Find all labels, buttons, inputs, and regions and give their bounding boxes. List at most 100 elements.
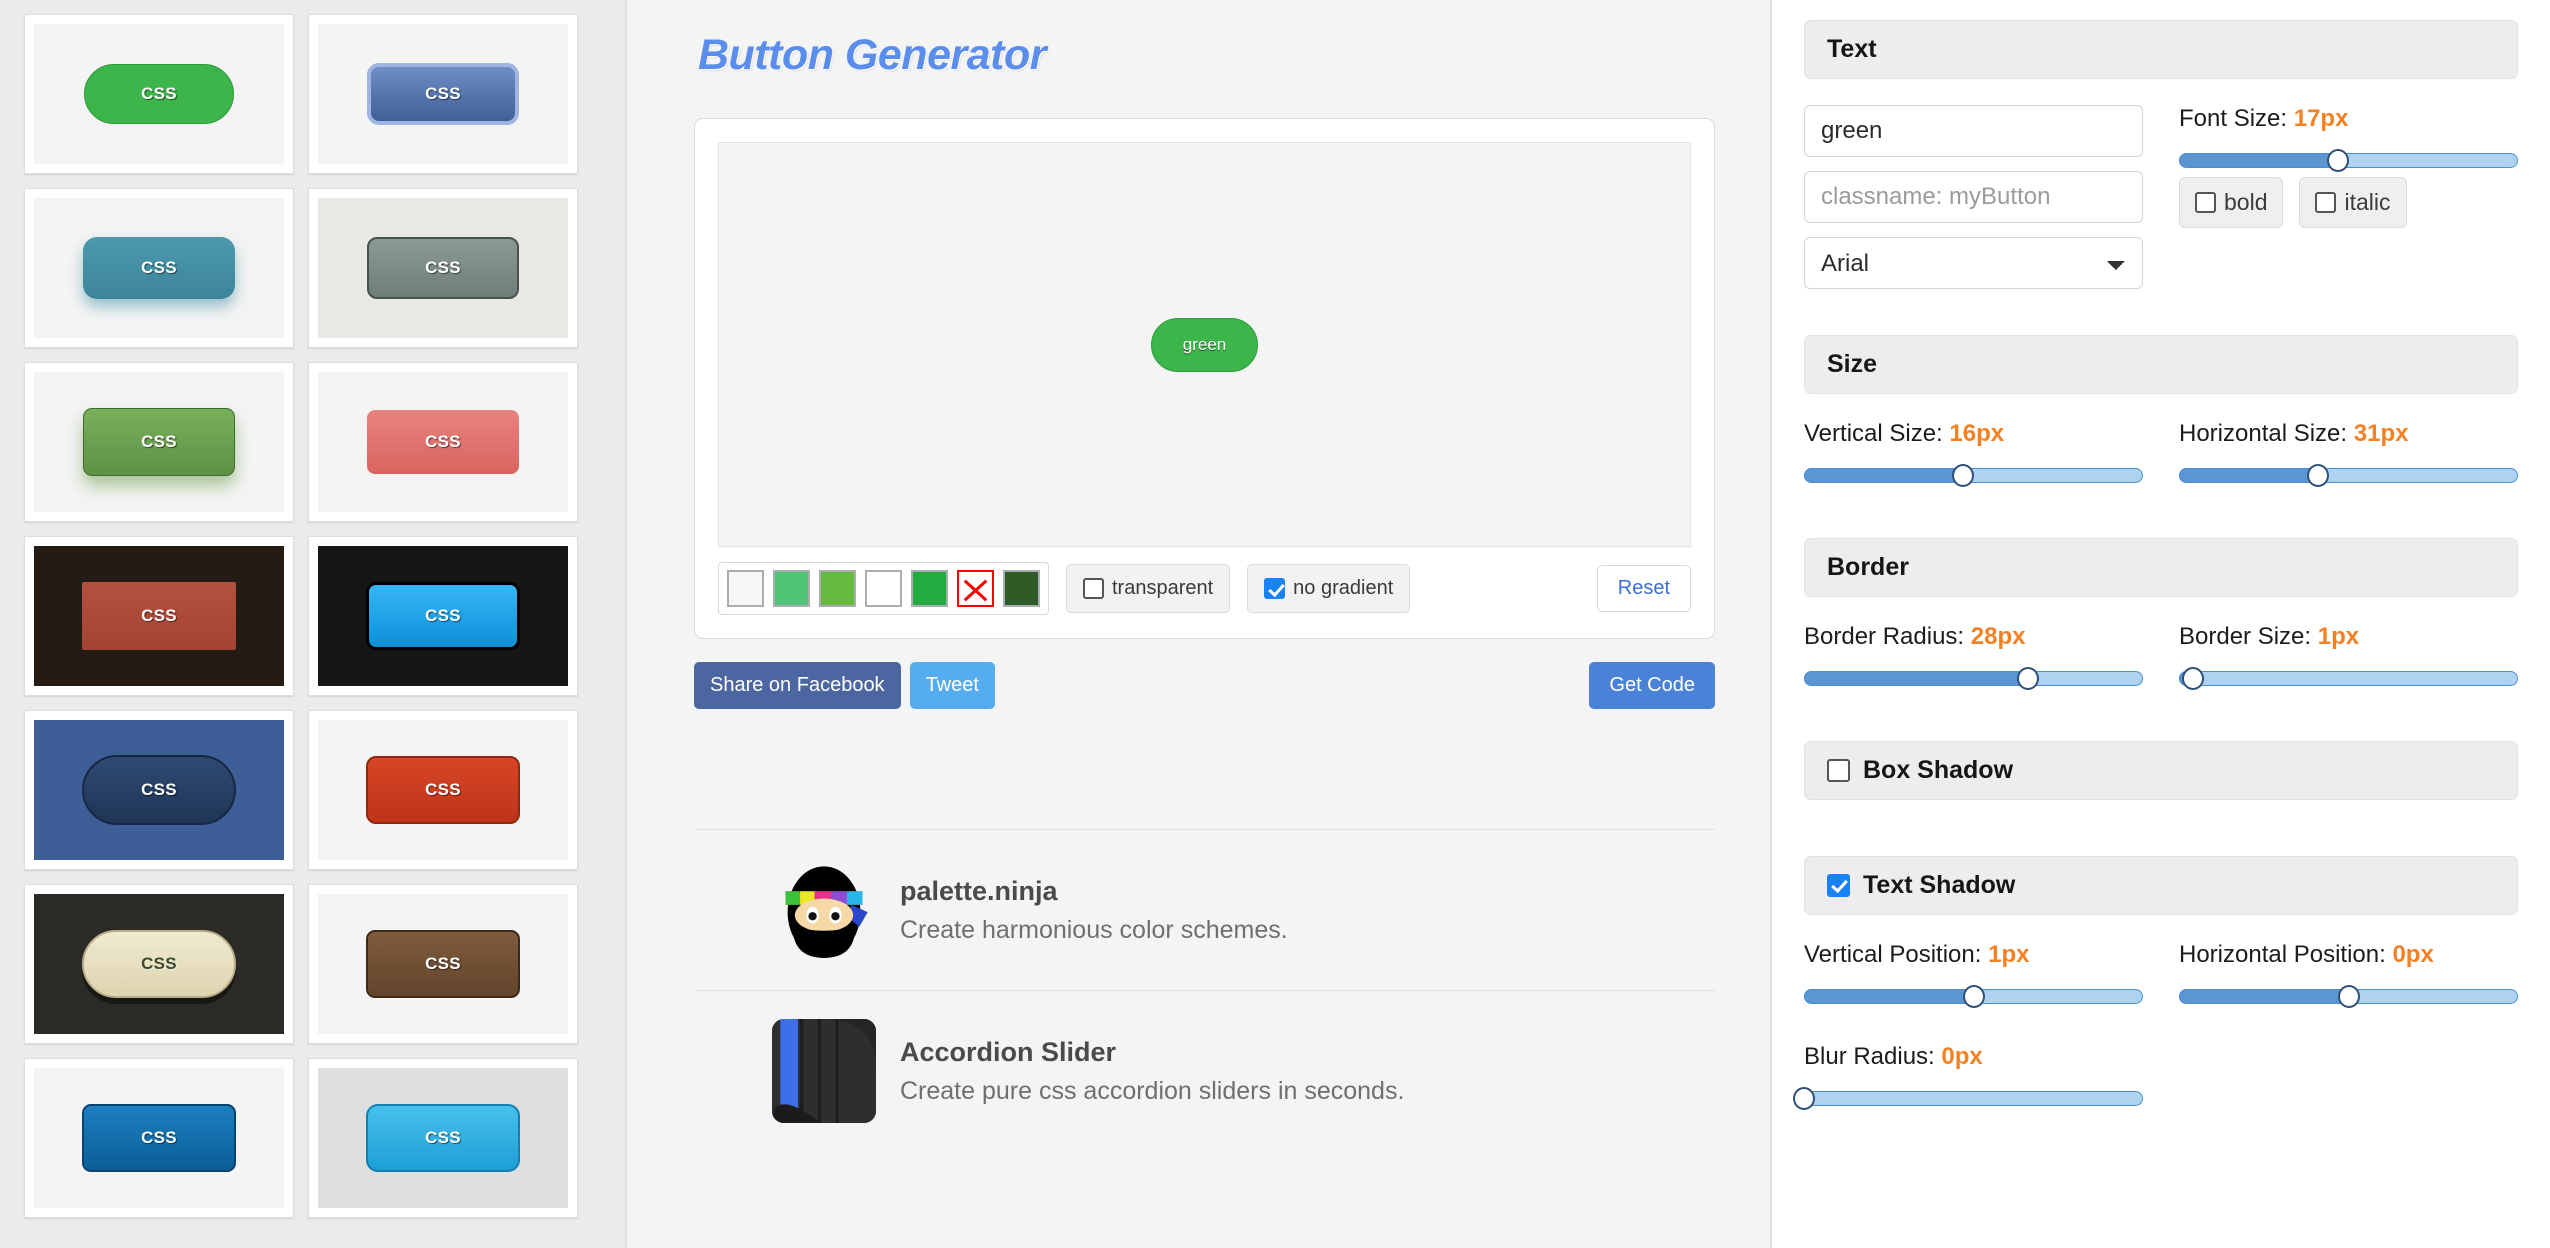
gallery-card[interactable]: CSS (24, 1058, 294, 1218)
gallery-card-stage: CSS (318, 372, 568, 512)
no-gradient-checkbox[interactable] (1264, 578, 1286, 599)
section-title: Size (1827, 350, 1878, 378)
gallery-preset-button[interactable]: CSS (84, 64, 234, 124)
gallery-preset-button[interactable]: CSS (366, 582, 520, 650)
preview-card: green transparent no gradient Reset (694, 118, 1715, 639)
color-toolbar: transparent no gradient Reset (718, 562, 1691, 615)
gallery-preset-button[interactable]: CSS (367, 410, 519, 474)
swatch-green-light[interactable] (819, 570, 856, 607)
swatch-green-dark[interactable] (1003, 570, 1040, 607)
gallery-card[interactable]: CSS (24, 884, 294, 1044)
ts-vertical-value: 1px (1988, 941, 2030, 968)
gallery-preset-button[interactable]: CSS (366, 930, 520, 998)
classname-input[interactable] (1804, 171, 2143, 223)
no-gradient-toggle[interactable]: no gradient (1247, 564, 1411, 613)
box-shadow-checkbox[interactable] (1827, 759, 1850, 782)
vertical-size-slider[interactable] (1804, 464, 2143, 487)
gallery-card-stage: CSS (34, 372, 284, 512)
ts-vertical-label: Vertical Position: 1px (1804, 941, 2143, 969)
promo-title: Accordion Slider (900, 1036, 1117, 1067)
swatch-green-strong[interactable] (911, 570, 948, 607)
font-size-label-text: Font Size: (2179, 105, 2288, 132)
controls-panel: Text Arial Font Size: 17px (1772, 0, 2550, 1248)
vertical-size-label: Vertical Size: 16px (1804, 420, 2143, 448)
slider-fill (1804, 671, 2028, 686)
transparent-toggle[interactable]: transparent (1066, 564, 1231, 613)
swatch-white[interactable] (865, 570, 902, 607)
slider-thumb[interactable] (2327, 149, 2350, 172)
gallery-preset-button[interactable]: CSS (366, 756, 520, 824)
swatch-offwhite[interactable] (727, 570, 764, 607)
section-title: Text Shadow (1863, 871, 2016, 899)
promo-item-accordion-slider[interactable]: Accordion Slider Create pure css accordi… (694, 991, 1715, 1151)
gallery-card[interactable]: CSS (308, 188, 578, 348)
reset-button[interactable]: Reset (1596, 565, 1691, 612)
ts-horizontal-slider[interactable] (2179, 985, 2518, 1008)
tweet-button[interactable]: Tweet (909, 662, 995, 709)
gallery-preset-button[interactable]: CSS (367, 237, 519, 299)
gallery-preset-button[interactable]: CSS (82, 755, 236, 825)
gallery-preset-button[interactable]: CSS (367, 63, 519, 125)
gallery-preset-button[interactable]: CSS (83, 408, 235, 476)
gallery-card-stage: CSS (34, 1068, 284, 1208)
blur-radius-slider[interactable] (1793, 1087, 2143, 1110)
promo-title: palette.ninja (900, 875, 1058, 906)
gallery-card[interactable]: CSS (308, 884, 578, 1044)
gallery-card[interactable]: CSS (308, 536, 578, 696)
promo-item-palette-ninja[interactable]: palette.ninja Create harmonious color sc… (694, 830, 1715, 990)
slider-thumb[interactable] (1962, 985, 1985, 1008)
italic-toggle[interactable]: italic (2299, 177, 2407, 228)
gallery-card[interactable]: CSS (24, 188, 294, 348)
get-code-button[interactable]: Get Code (1589, 662, 1715, 709)
gallery-preset-button[interactable]: CSS (83, 237, 235, 299)
gallery-preset-button[interactable]: CSS (82, 1104, 236, 1172)
gallery-card-stage: CSS (34, 24, 284, 164)
gallery-card[interactable]: CSS (308, 362, 578, 522)
main-content: Button Generator green transparent no gr… (627, 0, 1772, 1248)
text-shadow-checkbox[interactable] (1827, 874, 1850, 897)
font-family-select[interactable]: Arial (1804, 237, 2143, 289)
slider-fill (2179, 153, 2339, 168)
transparent-checkbox[interactable] (1083, 578, 1104, 599)
gallery-preset-button[interactable]: CSS (82, 930, 236, 998)
horizontal-size-value: 31px (2353, 420, 2409, 447)
ts-vertical-slider[interactable] (1804, 985, 2143, 1008)
swatch-green-medium[interactable] (773, 570, 810, 607)
gallery-card[interactable]: CSS (308, 710, 578, 870)
gallery-card[interactable]: CSS (308, 14, 578, 174)
bold-label: bold (2224, 189, 2268, 215)
horizontal-size-slider[interactable] (2179, 464, 2518, 487)
slider-thumb[interactable] (2337, 985, 2360, 1008)
gallery-card[interactable]: CSS (308, 1058, 578, 1218)
preview-button[interactable]: green (1150, 317, 1259, 372)
page-title: Button Generator (698, 31, 1046, 79)
section-header-text-shadow[interactable]: Text Shadow (1804, 856, 2518, 915)
slider-thumb[interactable] (1793, 1087, 1815, 1110)
gallery-preset-button[interactable]: CSS (82, 582, 236, 650)
share-facebook-button[interactable]: Share on Facebook (694, 662, 901, 709)
ts-horizontal-label: Horizontal Position: 0px (2179, 941, 2518, 969)
slider-thumb[interactable] (2306, 464, 2329, 487)
slider-thumb[interactable] (2016, 667, 2039, 690)
gallery-card[interactable]: CSS (24, 362, 294, 522)
color-swatch-group[interactable] (718, 562, 1049, 615)
gallery-card[interactable]: CSS (24, 536, 294, 696)
gallery-card[interactable]: CSS (24, 710, 294, 870)
slider-thumb[interactable] (1952, 464, 1975, 487)
gallery-card[interactable]: CSS (24, 14, 294, 174)
font-size-slider[interactable] (2179, 149, 2518, 172)
section-title: Border (1827, 553, 1909, 581)
gallery-preset-button[interactable]: CSS (366, 1104, 520, 1172)
swatch-none[interactable] (957, 570, 994, 607)
bold-checkbox[interactable] (2195, 192, 2216, 213)
slider-thumb[interactable] (2181, 667, 2204, 690)
border-size-slider[interactable] (2179, 667, 2518, 690)
button-gallery[interactable]: CSS CSS CSS CSS CSS CSS CSS CSS CSS CSS CSS CSS CSS C… (0, 0, 627, 1248)
section-header-box-shadow[interactable]: Box Shadow (1804, 741, 2518, 800)
border-radius-slider[interactable] (1804, 667, 2143, 690)
button-text-input[interactable] (1804, 105, 2143, 157)
bold-toggle[interactable]: bold (2179, 177, 2284, 228)
italic-checkbox[interactable] (2315, 192, 2337, 213)
transparent-label: transparent (1112, 577, 1214, 599)
gallery-card-stage: CSS (34, 198, 284, 338)
